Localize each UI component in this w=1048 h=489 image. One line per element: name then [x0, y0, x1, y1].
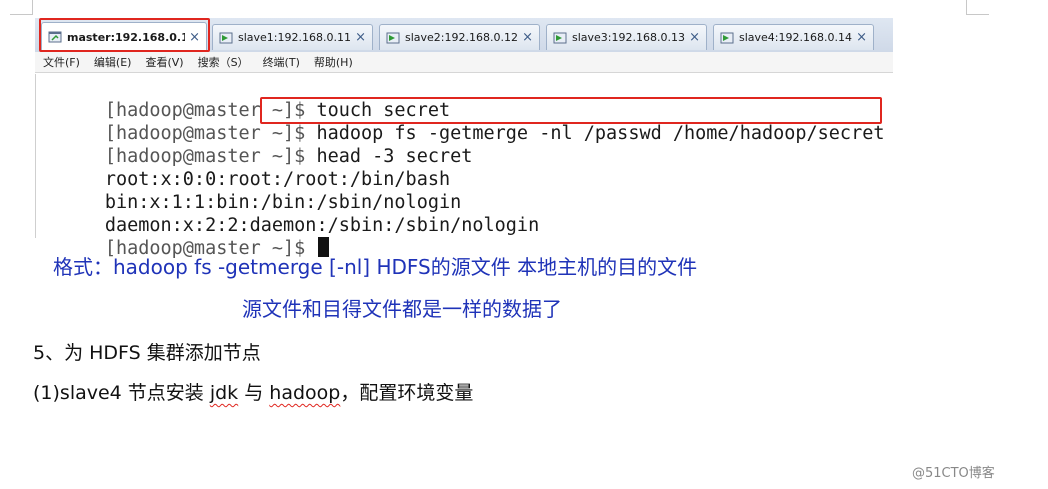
- terminal-session-icon: [386, 32, 400, 43]
- session-tab-bar: master:192.168.0.10 × slave1:192.168.0.1…: [35, 18, 893, 53]
- tab-label: slave3:192.168.0.13: [572, 31, 685, 44]
- tab-label: slave1:192.168.0.11: [238, 31, 351, 44]
- menu-help[interactable]: 帮助(H): [314, 54, 353, 70]
- terminal-window: master:192.168.0.10 × slave1:192.168.0.1…: [35, 18, 894, 259]
- step-1-prefix: (1)slave4 节点安装: [33, 382, 210, 404]
- close-icon[interactable]: ×: [689, 30, 700, 45]
- tab-label: slave2:192.168.0.12: [405, 31, 518, 44]
- close-icon[interactable]: ×: [189, 30, 200, 45]
- tab-slave4[interactable]: slave4:192.168.0.14 ×: [713, 24, 874, 50]
- terminal-console[interactable]: [hadoop@master ~]$ touch secret [hadoop@…: [35, 74, 894, 259]
- spellcheck-word-hadoop: hadoop: [269, 382, 341, 404]
- terminal-session-icon: [219, 32, 233, 43]
- terminal-session-icon: [720, 32, 734, 43]
- tab-label: slave4:192.168.0.14: [739, 31, 852, 44]
- tab-master[interactable]: master:192.168.0.10 ×: [41, 22, 207, 51]
- menu-edit[interactable]: 编辑(E): [94, 54, 132, 70]
- close-icon[interactable]: ×: [522, 30, 533, 45]
- page-corner-mark-left: [10, 0, 33, 15]
- section-heading: 5、为 HDFS 集群添加节点: [33, 342, 261, 364]
- tab-slave1[interactable]: slave1:192.168.0.11 ×: [212, 24, 373, 50]
- tab-slave3[interactable]: slave3:192.168.0.13 ×: [546, 24, 707, 50]
- close-icon[interactable]: ×: [355, 30, 366, 45]
- format-note: 格式：hadoop fs -getmerge [-nl] HDFS的源文件 本地…: [53, 255, 698, 279]
- menu-bar: 文件(F) 编辑(E) 查看(V) 搜索（S） 终端(T) 帮助(H): [35, 52, 893, 73]
- menu-search[interactable]: 搜索（S）: [198, 54, 249, 70]
- terminal-session-icon: [553, 32, 567, 43]
- menu-file[interactable]: 文件(F): [43, 54, 80, 70]
- terminal-session-icon: [48, 31, 62, 43]
- step-1-text: (1)slave4 节点安装 jdk 与 hadoop，配置环境变量: [33, 378, 473, 405]
- spellcheck-word-jdk: jdk: [209, 382, 239, 404]
- close-icon[interactable]: ×: [856, 30, 867, 45]
- menu-view[interactable]: 查看(V): [145, 54, 183, 70]
- same-data-note: 源文件和目得文件都是一样的数据了: [242, 297, 562, 321]
- menu-terminal[interactable]: 终端(T): [263, 54, 300, 70]
- tab-label: master:192.168.0.10: [67, 30, 186, 44]
- watermark: @51CTO博客: [912, 466, 995, 481]
- step-1-suffix: ，配置环境变量: [340, 382, 474, 404]
- step-1-mid: 与: [238, 382, 270, 404]
- page-corner-mark-right: [966, 0, 989, 15]
- tab-slave2[interactable]: slave2:192.168.0.12 ×: [379, 24, 540, 50]
